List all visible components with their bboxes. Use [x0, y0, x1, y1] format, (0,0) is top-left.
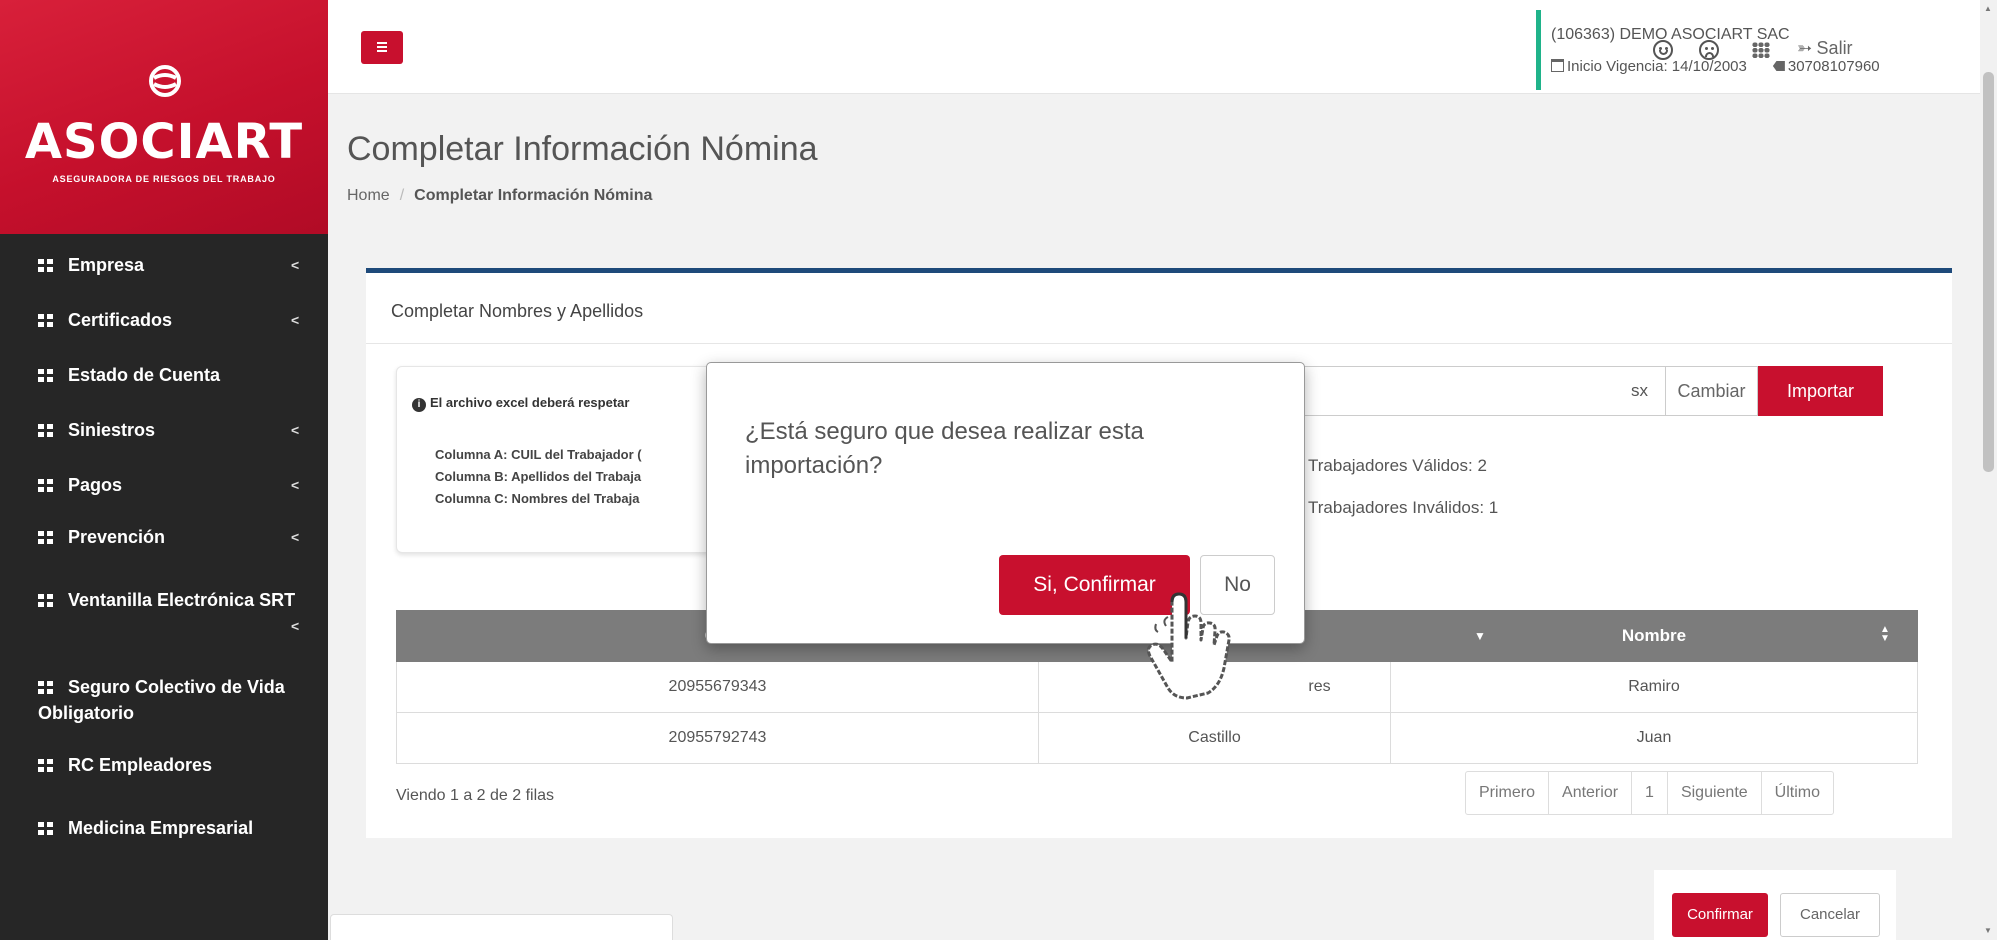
- cell-cuil: 20955792743: [397, 713, 1039, 763]
- sign-out-icon: ➳: [1797, 38, 1813, 58]
- breadcrumb-separator: /: [399, 187, 405, 204]
- pager-previous[interactable]: Anterior: [1549, 772, 1633, 814]
- sidebar: ASOCIART ASEGURADORA DE RIESGOS DEL TRAB…: [0, 0, 328, 940]
- cell-cuil: 20955679343: [397, 662, 1039, 712]
- sidebar-item-estado-de-cuenta[interactable]: Estado de Cuenta: [0, 362, 328, 388]
- sidebar-item-prevencion[interactable]: Prevención <: [0, 524, 328, 550]
- file-name-value: sx: [1631, 381, 1648, 400]
- hamburger-icon-line: [377, 50, 387, 52]
- breadcrumb: Home / Completar Información Nómina: [347, 187, 652, 205]
- company-details: Inicio Vigencia: 14/10/2003 30708107960: [1551, 58, 1880, 75]
- hamburger-icon: [377, 42, 387, 44]
- hamburger-icon-line: [377, 46, 387, 48]
- pagination: Primero Anterior 1 Siguiente Último: [1465, 771, 1835, 815]
- grid-icon: [38, 424, 53, 437]
- cambiar-button[interactable]: Cambiar: [1665, 366, 1758, 416]
- calendar-icon: [1551, 59, 1564, 72]
- sidebar-item-label: Seguro Colectivo de Vida Obligatorio: [38, 677, 285, 723]
- brand-name: ASOCIART: [24, 114, 304, 170]
- info-title: i El archivo excel deberá respetar: [412, 395, 629, 412]
- grid-icon: [38, 479, 53, 492]
- chevron-left-icon: <: [291, 257, 300, 273]
- grid-icon: [38, 314, 53, 327]
- menu-toggle-button[interactable]: [361, 31, 403, 64]
- pager-first[interactable]: Primero: [1466, 772, 1550, 814]
- logo-mark-icon: [149, 65, 181, 97]
- valid-workers-count: Trabajadores Válidos: 2: [1308, 456, 1487, 475]
- sidebar-item-label: Medicina Empresarial: [68, 818, 254, 838]
- info-line-c: Columna C: Nombres del Trabaja: [435, 491, 640, 506]
- info-line-a: Columna A: CUIL del Trabajador (: [435, 447, 642, 462]
- sidebar-item-label: Prevención: [68, 527, 166, 547]
- sidebar-item-certificados[interactable]: Certificados <: [0, 307, 328, 333]
- table-row[interactable]: 20955792743 Castillo Juan: [396, 713, 1918, 764]
- breadcrumb-home[interactable]: Home: [347, 187, 390, 204]
- invalid-workers-count: Trabajadores Inválidos: 1: [1308, 498, 1499, 517]
- info-icon: i: [412, 398, 426, 412]
- chevron-left-icon: <: [291, 529, 300, 545]
- sidebar-item-rc-empleadores[interactable]: RC Empleadores: [0, 752, 328, 778]
- happy-face-icon[interactable]: [1653, 40, 1673, 60]
- pager-last[interactable]: Último: [1762, 772, 1833, 814]
- cell-nombre: Juan: [1636, 729, 1672, 746]
- sad-face-icon[interactable]: [1699, 40, 1719, 60]
- sidebar-item-label: Siniestros: [68, 420, 156, 440]
- scroll-down-icon[interactable]: ▼: [1984, 926, 1992, 935]
- cell-nombre: Ramiro: [1628, 678, 1680, 695]
- grid-icon: [38, 369, 53, 382]
- importar-button[interactable]: Importar: [1758, 366, 1883, 416]
- sidebar-item-seguro-colectivo[interactable]: Seguro Colectivo de Vida Obligatorio: [0, 674, 328, 726]
- pager-page-1[interactable]: 1: [1632, 772, 1668, 814]
- scroll-up-icon[interactable]: ▲: [1984, 4, 1992, 13]
- sidebar-item-ventanilla-electronica-srt[interactable]: Ventanilla Electrónica SRT <: [0, 587, 328, 639]
- column-header-nombre[interactable]: Nombre: [1390, 610, 1918, 662]
- sidebar-item-siniestros[interactable]: Siniestros <: [0, 417, 328, 443]
- sort-icon[interactable]: ▲ ▼: [1880, 625, 1890, 644]
- sidebar-item-label: Certificados: [68, 310, 173, 330]
- info-line-b: Columna B: Apellidos del Trabaja: [435, 469, 642, 484]
- logout-link[interactable]: ➳ Salir: [1797, 38, 1853, 59]
- grid-icon: [38, 531, 53, 544]
- vertical-scrollbar[interactable]: ▲ ▼: [1980, 0, 1997, 940]
- divider: [366, 343, 1952, 344]
- cell-apellido: Castillo: [1039, 713, 1391, 763]
- sidebar-item-label: Ventanilla Electrónica SRT: [68, 590, 296, 610]
- brand-tagline: ASEGURADORA DE RIESGOS DEL TRABAJO: [52, 174, 276, 184]
- apps-grid-icon[interactable]: [1752, 42, 1770, 58]
- sidebar-item-label: Empresa: [68, 255, 145, 275]
- salir-label: Salir: [1816, 38, 1853, 58]
- breadcrumb-current: Completar Información Nómina: [414, 187, 653, 204]
- panel-title: Completar Nombres y Apellidos: [391, 301, 644, 321]
- brand-logo[interactable]: ASOCIART ASEGURADORA DE RIESGOS DEL TRAB…: [0, 0, 328, 234]
- pager-next[interactable]: Siguiente: [1668, 772, 1762, 814]
- info-title-text: El archivo excel deberá respetar: [430, 395, 630, 410]
- grid-icon: [38, 259, 53, 272]
- vigencia-text: Inicio Vigencia: 14/10/2003: [1567, 58, 1747, 75]
- dialog-message: ¿Está seguro que desea realizar esta imp…: [745, 418, 1144, 479]
- chevron-left-icon: <: [291, 312, 300, 328]
- chevron-left-icon: <: [291, 618, 300, 634]
- sidebar-item-medicina-empresarial[interactable]: Medicina Empresarial: [0, 815, 328, 841]
- tag-icon: [1772, 61, 1785, 71]
- sidebar-item-label: Estado de Cuenta: [68, 365, 221, 385]
- bottom-tab[interactable]: [330, 914, 673, 940]
- rows-info: Viendo 1 a 2 de 2 filas: [396, 787, 555, 804]
- top-bar: (106363) DEMO ASOCIART SAC Inicio Vigenc…: [328, 0, 1997, 94]
- sidebar-item-empresa[interactable]: Empresa <: [0, 252, 328, 278]
- sidebar-item-label: Pagos: [68, 475, 123, 495]
- page-title: Completar Información Nómina: [347, 130, 818, 168]
- hand-pointer-icon: [1146, 592, 1231, 700]
- scroll-thumb[interactable]: [1983, 72, 1994, 472]
- cuit-text: 30708107960: [1787, 58, 1880, 75]
- chevron-left-icon: <: [291, 422, 300, 438]
- chevron-left-icon: <: [291, 477, 300, 493]
- confirmar-button[interactable]: Confirmar: [1672, 893, 1768, 937]
- grid-icon: [38, 822, 53, 835]
- cancelar-button[interactable]: Cancelar: [1780, 893, 1880, 937]
- sidebar-item-label: RC Empleadores: [68, 755, 213, 775]
- sidebar-item-pagos[interactable]: Pagos <: [0, 472, 328, 498]
- grid-icon: [38, 759, 53, 772]
